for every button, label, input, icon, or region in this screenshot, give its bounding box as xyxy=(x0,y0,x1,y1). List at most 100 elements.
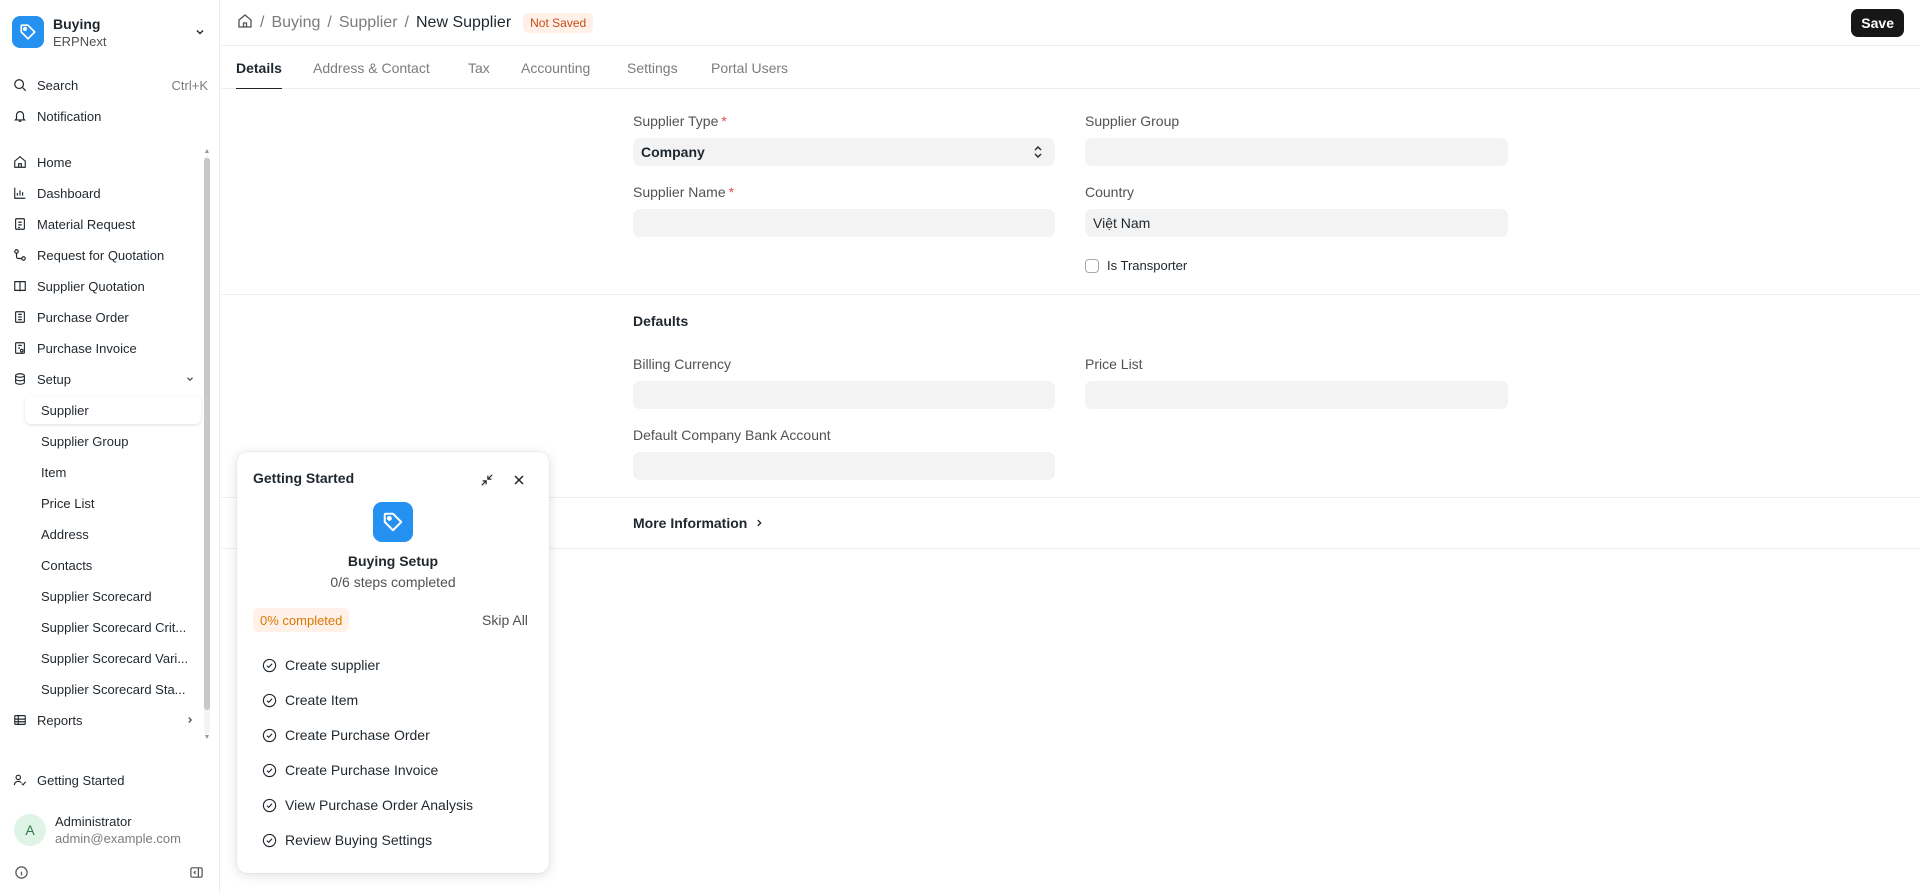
workflow-icon xyxy=(12,247,28,263)
tab-address-contact[interactable]: Address & Contact xyxy=(313,47,430,89)
sidebar-item-supplier[interactable]: Supplier xyxy=(25,396,201,424)
country-label: Country xyxy=(1085,184,1135,200)
home-icon[interactable] xyxy=(237,13,253,34)
save-button[interactable]: Save xyxy=(1851,9,1904,37)
page-title: New Supplier xyxy=(415,14,512,31)
onboarding-step[interactable]: Review Buying Settings xyxy=(261,830,432,850)
collapse-sidebar-icon[interactable] xyxy=(189,865,204,881)
status-badge: Not Saved xyxy=(523,13,594,33)
scroll-down-arrow-icon[interactable]: ▼ xyxy=(203,734,211,742)
module-name: Buying Setup xyxy=(347,553,439,569)
check-circle-icon xyxy=(261,657,277,673)
sidebar-item-purchase-invoice[interactable]: Purchase Invoice xyxy=(12,334,202,362)
page-header: / Buying / Supplier / New Supplier Not S… xyxy=(221,0,1920,46)
chart-icon xyxy=(12,185,28,201)
is-transporter-label: Is Transporter xyxy=(1107,258,1188,273)
getting-started-title: Getting Started xyxy=(253,470,355,486)
supplier-type-label: Supplier Type * xyxy=(633,113,727,129)
tab-accounting[interactable]: Accounting xyxy=(521,47,590,89)
breadcrumb: / Buying / Supplier / New Supplier Not S… xyxy=(237,12,594,34)
user-check-icon xyxy=(12,772,28,788)
billing-currency-input[interactable] xyxy=(633,381,1055,409)
user-menu[interactable]: A Administrator admin@example.com xyxy=(14,812,210,848)
onboarding-step[interactable]: View Purchase Order Analysis xyxy=(261,795,473,815)
section-divider xyxy=(221,294,1920,295)
skip-all-button[interactable]: Skip All xyxy=(482,612,528,628)
tab-tax[interactable]: Tax xyxy=(468,47,490,89)
sidebar-item-setup[interactable]: Setup xyxy=(12,365,202,393)
onboarding-step[interactable]: Create Purchase Invoice xyxy=(261,760,438,780)
search-label: Search xyxy=(37,77,79,93)
scroll-up-arrow-icon[interactable]: ▲ xyxy=(203,148,211,156)
sidebar-item-contacts[interactable]: Contacts xyxy=(25,551,201,579)
bank-account-input[interactable] xyxy=(633,452,1055,480)
is-transporter-row[interactable]: Is Transporter xyxy=(1085,258,1187,273)
notification-link[interactable]: Notification xyxy=(12,103,208,129)
sidebar-item-supplier-quotation[interactable]: Supplier Quotation xyxy=(12,272,202,300)
supplier-type-select[interactable]: Company xyxy=(633,138,1055,166)
sidebar: Buying ERPNext Search Ctrl+K Notificatio… xyxy=(0,0,220,893)
minimize-icon[interactable] xyxy=(479,472,495,488)
notification-label: Notification xyxy=(37,108,102,124)
sidebar-item-supplier-scorecard-variable[interactable]: Supplier Scorecard Vari... xyxy=(25,644,201,672)
sidebar-item-supplier-group[interactable]: Supplier Group xyxy=(25,427,201,455)
breadcrumb-buying[interactable]: Buying xyxy=(271,14,320,32)
is-transporter-checkbox[interactable] xyxy=(1085,258,1099,273)
close-icon[interactable] xyxy=(511,472,527,488)
onboarding-step[interactable]: Create Purchase Order xyxy=(261,725,430,745)
check-circle-icon xyxy=(261,797,277,813)
onboarding-step[interactable]: Create Item xyxy=(261,690,358,710)
sidebar-item-reports[interactable]: Reports xyxy=(12,706,202,734)
tag-icon xyxy=(12,16,44,48)
check-circle-icon xyxy=(261,832,277,848)
price-list-label: Price List xyxy=(1085,356,1143,372)
app-subtitle: ERPNext xyxy=(53,33,107,49)
supplier-group-input[interactable] xyxy=(1085,138,1508,166)
sidebar-scrollbar[interactable]: ▲ ▼ xyxy=(203,148,211,742)
chevron-down-icon[interactable] xyxy=(184,373,196,385)
sidebar-item-supplier-scorecard-standing[interactable]: Supplier Scorecard Sta... xyxy=(25,675,201,703)
billing-currency-label: Billing Currency xyxy=(633,356,732,372)
search-link[interactable]: Search Ctrl+K xyxy=(12,72,208,98)
more-information-toggle[interactable]: More Information xyxy=(633,515,764,531)
sidebar-item-dashboard[interactable]: Dashboard xyxy=(12,179,202,207)
sidebar-item-supplier-scorecard-criteria[interactable]: Supplier Scorecard Crit... xyxy=(25,613,201,641)
tab-details[interactable]: Details xyxy=(236,47,282,89)
app-switcher[interactable]: Buying ERPNext xyxy=(12,12,208,52)
tab-portal-users[interactable]: Portal Users xyxy=(711,47,788,89)
avatar: A xyxy=(14,814,46,846)
app-title: Buying xyxy=(53,15,101,32)
tag-icon xyxy=(373,502,413,542)
info-icon[interactable] xyxy=(14,865,29,881)
chevron-right-icon[interactable] xyxy=(184,714,196,726)
search-shortcut: Ctrl+K xyxy=(171,77,208,93)
select-arrows-icon xyxy=(1033,145,1043,162)
sidebar-item-price-list[interactable]: Price List xyxy=(25,489,201,517)
getting-started-link[interactable]: Getting Started xyxy=(12,767,208,793)
chevron-right-icon xyxy=(754,518,764,528)
tab-settings[interactable]: Settings xyxy=(627,47,678,89)
clipboard-icon xyxy=(12,216,28,232)
supplier-name-input[interactable] xyxy=(633,209,1055,237)
sidebar-item-home[interactable]: Home xyxy=(12,148,202,176)
search-icon xyxy=(12,77,28,93)
invoice-icon xyxy=(12,340,28,356)
breadcrumb-supplier[interactable]: Supplier xyxy=(339,14,398,32)
price-list-input[interactable] xyxy=(1085,381,1508,409)
sidebar-item-request-for-quotation[interactable]: Request for Quotation xyxy=(12,241,202,269)
sidebar-item-material-request[interactable]: Material Request xyxy=(12,210,202,238)
bank-account-label: Default Company Bank Account xyxy=(633,427,831,443)
onboarding-step[interactable]: Create supplier xyxy=(261,655,380,675)
chevron-down-icon[interactable] xyxy=(192,24,208,40)
country-input[interactable]: Việt Nam xyxy=(1085,209,1508,237)
check-circle-icon xyxy=(261,692,277,708)
defaults-section-title: Defaults xyxy=(633,313,689,329)
user-name: Administrator xyxy=(55,814,132,829)
sidebar-item-address[interactable]: Address xyxy=(25,520,201,548)
sidebar-item-item[interactable]: Item xyxy=(25,458,201,486)
scroll-thumb[interactable] xyxy=(204,158,210,710)
supplier-name-label: Supplier Name * xyxy=(633,184,735,200)
sidebar-item-supplier-scorecard[interactable]: Supplier Scorecard xyxy=(25,582,201,610)
file-icon xyxy=(12,309,28,325)
sidebar-item-purchase-order[interactable]: Purchase Order xyxy=(12,303,202,331)
